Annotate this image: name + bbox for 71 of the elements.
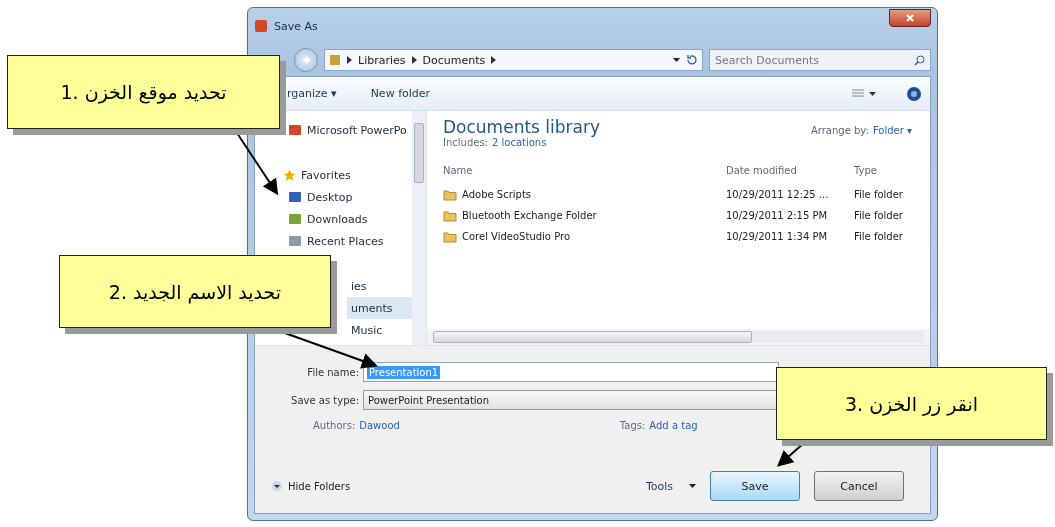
- folder-icon: [443, 230, 457, 243]
- scroll-thumb[interactable]: [433, 331, 753, 343]
- authors-label: Authors:: [313, 420, 356, 431]
- search-field[interactable]: Search Documents: [709, 49, 931, 71]
- authors-value[interactable]: Dawood: [359, 420, 400, 431]
- nav-item[interactable]: Desktop: [255, 186, 412, 208]
- desktop-icon: [288, 191, 302, 203]
- table-cell-text: File folder: [854, 209, 904, 223]
- app-icon: [288, 124, 302, 136]
- dropdown-arrow-icon: [673, 58, 680, 62]
- column-header[interactable]: Date modified: [726, 156, 854, 184]
- folder-icon: [443, 188, 457, 201]
- table-cell-text: File folder: [854, 230, 904, 244]
- library-title: Documents library: [443, 117, 601, 137]
- save-type-label: Save as type:: [290, 394, 359, 406]
- vertical-scrollbar[interactable]: [412, 111, 426, 345]
- breadcrumb[interactable]: Documents: [422, 53, 486, 67]
- collapse-icon: [271, 480, 283, 492]
- file-name-label: File name:: [306, 366, 359, 378]
- search-icon: [914, 55, 925, 66]
- scroll-thumb[interactable]: [414, 123, 424, 183]
- close-icon: [906, 14, 914, 22]
- new-folder-button[interactable]: New folder: [368, 85, 433, 102]
- download-folder-icon: [288, 213, 302, 225]
- organize-menu[interactable]: rganize ▾: [285, 85, 339, 102]
- save-type-dropdown[interactable]: PowerPoint Presentation: [363, 390, 779, 410]
- nav-item[interactable]: Downloads: [255, 208, 412, 230]
- includes-label: Includes:: [443, 137, 488, 148]
- arrow: [236, 132, 279, 196]
- chevron-icon: [411, 56, 417, 64]
- library-icon: [329, 54, 341, 66]
- table-cell-text: 10/29/2011 1:34 PM: [726, 230, 829, 244]
- nav-item[interactable]: ies: [347, 275, 412, 297]
- arrange-dropdown[interactable]: Folder ▾: [872, 125, 912, 136]
- refresh-icon: [686, 54, 698, 66]
- close-button[interactable]: [889, 9, 931, 27]
- star-icon: [283, 168, 296, 182]
- tags-label: Tags:: [619, 420, 646, 431]
- dropdown-arrow-icon: [689, 484, 696, 488]
- tags-value[interactable]: Add a tag: [649, 420, 698, 431]
- hide-folders-button[interactable]: Hide Folders: [271, 480, 351, 492]
- chevron-icon: [347, 56, 352, 64]
- table-cell-text: 10/29/2011 2:15 PM: [726, 209, 829, 223]
- window-title: Save As: [274, 19, 319, 33]
- forward-button[interactable]: [294, 48, 318, 72]
- view-options-icon[interactable]: [852, 88, 876, 99]
- nav-item[interactable]: uments: [347, 297, 412, 319]
- cancel-button[interactable]: Cancel: [814, 471, 904, 501]
- table-cell-text: 10/29/2011 12:25 ...: [726, 188, 830, 202]
- horizontal-scrollbar[interactable]: [427, 329, 930, 345]
- table-cell: Adobe Scripts: [443, 184, 726, 205]
- recent-places-icon: [288, 235, 302, 247]
- help-icon[interactable]: [906, 85, 922, 102]
- column-header[interactable]: Name: [443, 156, 726, 184]
- arrange-label: Arrange by:: [810, 125, 869, 136]
- address-bar[interactable]: Libraries Documents: [324, 49, 703, 71]
- app-icon: [254, 19, 268, 33]
- locations-link[interactable]: 2 locations: [492, 137, 547, 148]
- table-cell: Corel VideoStudio Pro: [443, 226, 726, 247]
- nav-item[interactable]: Favorites: [255, 164, 412, 186]
- table-cell: Bluetooth Exchange Folder: [443, 205, 726, 226]
- tools-menu[interactable]: Tools: [643, 477, 675, 495]
- folder-icon: [443, 209, 457, 222]
- table-cell-text: File folder: [854, 188, 904, 202]
- column-header[interactable]: Type: [854, 156, 924, 184]
- nav-item[interactable]: Music: [347, 319, 412, 341]
- save-button[interactable]: Save: [710, 471, 800, 501]
- forward-arrow-icon: [301, 55, 311, 65]
- chevron-icon: [491, 56, 497, 64]
- nav-item[interactable]: Recent Places: [255, 230, 412, 252]
- breadcrumb[interactable]: Libraries: [358, 53, 406, 67]
